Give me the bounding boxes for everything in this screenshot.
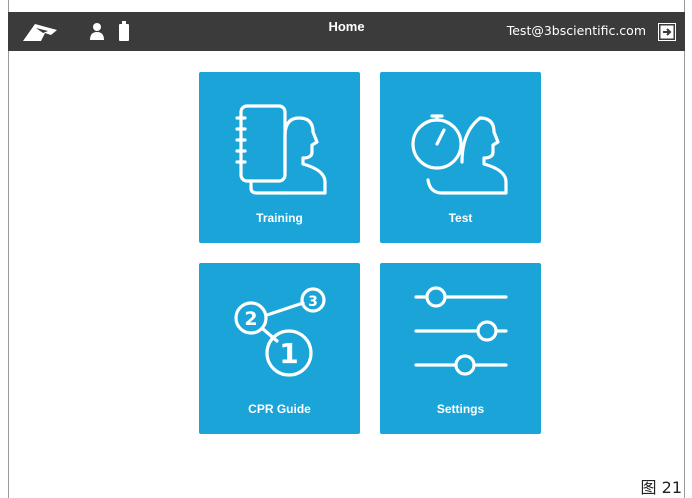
training-label: Training bbox=[256, 211, 303, 225]
test-label: Test bbox=[448, 211, 473, 225]
battery-icon bbox=[119, 21, 129, 41]
training-tile[interactable]: Training bbox=[199, 72, 360, 243]
top-bar: Home Test@3bscientific.com bbox=[8, 12, 685, 51]
user-icon[interactable] bbox=[87, 21, 107, 41]
cpr-guide-tile[interactable]: 2 3 1 CPR Guide bbox=[199, 263, 360, 434]
cpr-guide-label: CPR Guide bbox=[248, 402, 311, 416]
3b-logo-icon[interactable] bbox=[21, 21, 59, 43]
cpr-step-2: 2 bbox=[244, 308, 257, 330]
settings-tile[interactable]: Settings bbox=[380, 263, 541, 434]
settings-label: Settings bbox=[436, 402, 485, 416]
cpr-step-1: 1 bbox=[279, 337, 298, 370]
logout-icon[interactable] bbox=[658, 23, 676, 41]
cpr-step-3: 3 bbox=[308, 294, 318, 310]
test-tile[interactable]: Test bbox=[380, 72, 541, 243]
user-email: Test@3bscientific.com bbox=[506, 23, 646, 38]
figure-caption: 图 21 bbox=[640, 478, 682, 497]
